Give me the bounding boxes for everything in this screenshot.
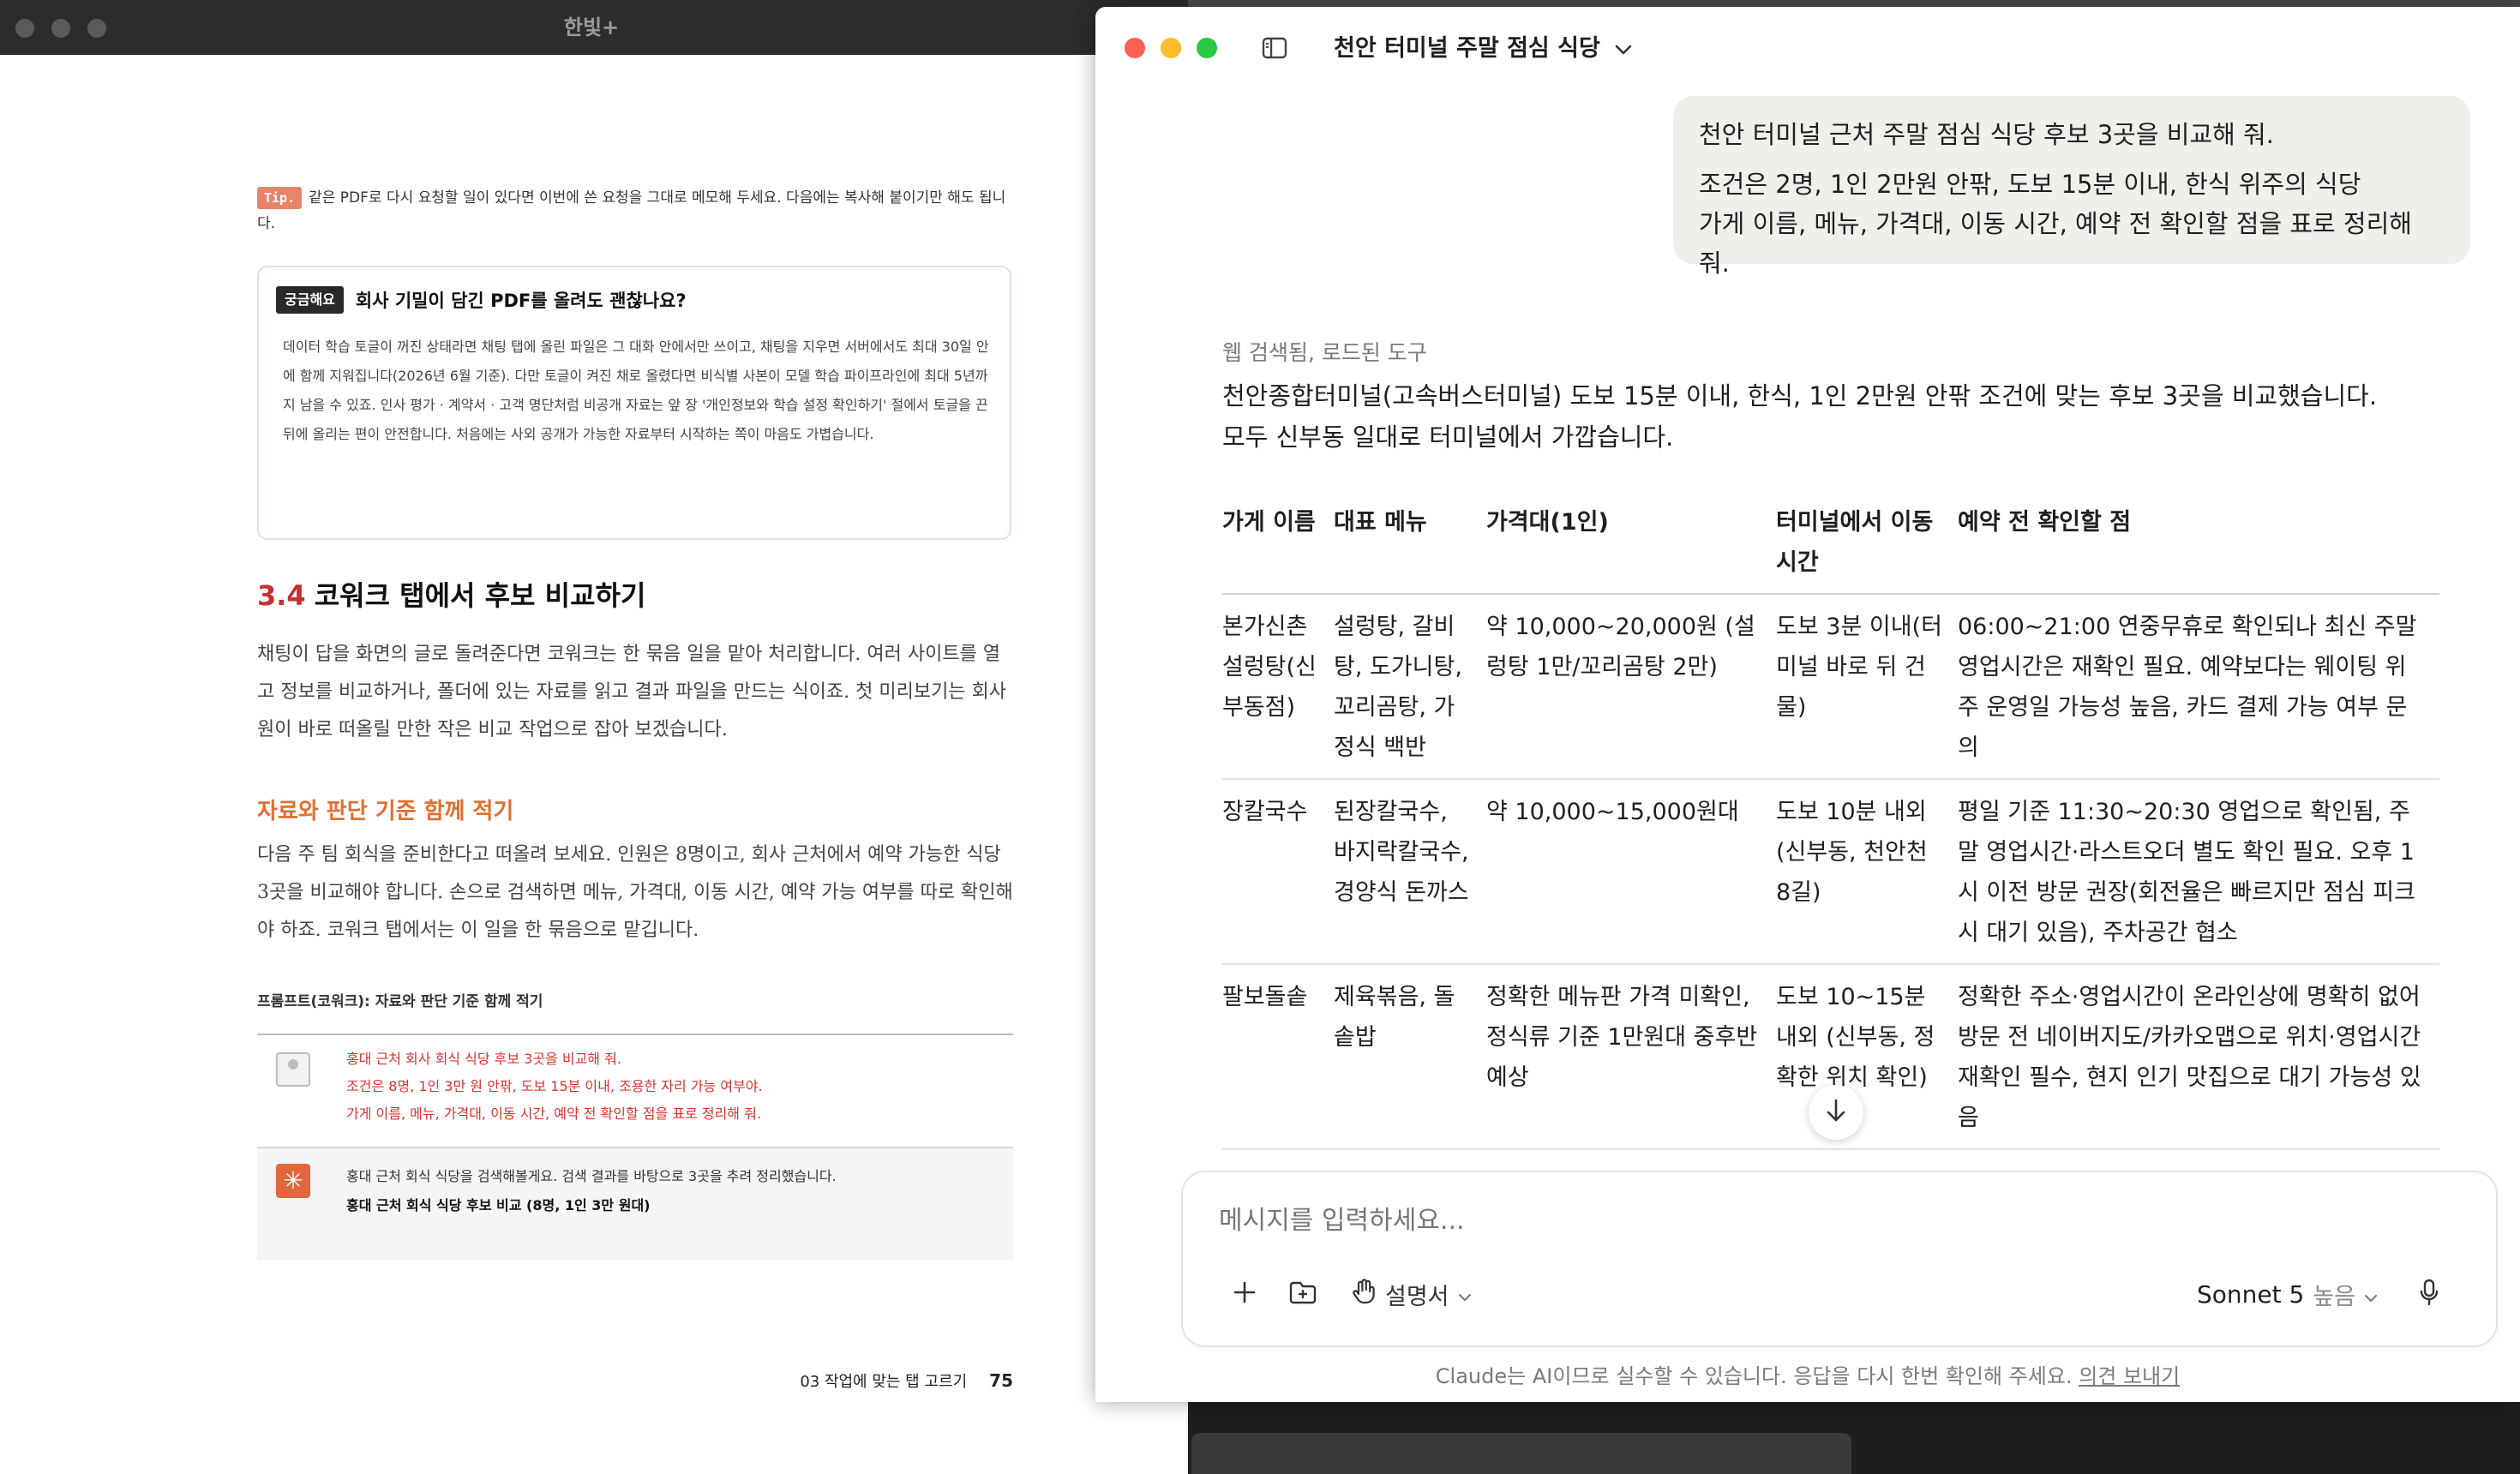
model-name: Sonnet 5	[2196, 1279, 2305, 1309]
scroll-to-bottom-button[interactable]	[1809, 1085, 1863, 1140]
faq-body: 데이터 학습 토글이 꺼진 상태라면 채팅 탭에 올린 파일은 그 대화 안에서…	[283, 339, 989, 442]
subsection-paragraph: 다음 주 팀 회식을 준비한다고 떠올려 보세요. 인원은 8명이고, 회사 근…	[257, 844, 1013, 941]
reader-zoom-button[interactable]	[87, 19, 106, 38]
reader-window-controls	[15, 19, 106, 38]
window-controls	[1125, 38, 1217, 58]
user-message-bubble: 천안 터미널 근처 주말 점심 식당 후보 3곳을 비교해 줘. 조건은 2명,…	[1673, 96, 2470, 278]
feedback-link[interactable]: 의견 보내기	[2079, 1364, 2180, 1388]
response-style-selector[interactable]: 설명서	[1351, 1275, 1472, 1313]
table-cell: 06:00~21:00 연중무휴로 확인되나 최신 주말 영업시간은 재확인 필…	[1958, 594, 2439, 780]
reader-minimize-button[interactable]	[51, 19, 70, 38]
prompt-example: 홍대 근처 회사 회식 식당 후보 3곳을 비교해 줘. 조건은 8명, 1인 …	[257, 1034, 1013, 1260]
table-cell: 도보 10~15분 내외 (신부동, 정확한 위치 확인)	[1776, 964, 1958, 1150]
arrow-down-icon	[1825, 1098, 1847, 1127]
zoom-window-button[interactable]	[1197, 38, 1217, 58]
prompt-user-line: 가게 이름, 메뉴, 가격대, 이동 시간, 예약 전 확인할 점을 표로 정리…	[346, 1106, 761, 1122]
prompt-assistant-heading: 홍대 근처 회식 식당 후보 비교 (8명, 1인 3만 원대)	[346, 1197, 651, 1213]
effort-level: 높음	[2313, 1283, 2355, 1310]
assistant-logo-icon: ✳	[276, 1164, 310, 1198]
message-input[interactable]	[1217, 1205, 2421, 1237]
prompt-assistant-line: 홍대 근처 회식 식당을 검색해볼게요. 검색 결과를 바탕으로 3곳을 추려 …	[346, 1168, 837, 1184]
table-header-cell: 가격대(1인)	[1486, 494, 1776, 595]
table-header-cell: 예약 전 확인할 점	[1958, 494, 2439, 595]
prompt-assistant-turn: ✳ 홍대 근처 회식 식당을 검색해볼게요. 검색 결과를 바탕으로 3곳을 추…	[257, 1148, 1013, 1260]
minimize-window-button[interactable]	[1161, 38, 1181, 58]
reader-close-button[interactable]	[15, 19, 34, 38]
assistant-answer-intro: 천안종합터미널(고속버스터미널) 도보 15분 이내, 한식, 1인 2만원 안…	[1222, 381, 2378, 452]
section-paragraph: 채팅이 답을 화면의 글로 돌려준다면 코워크는 한 묶음 일을 맡아 처리합니…	[257, 644, 1007, 740]
user-message-line: 조건은 2명, 1인 2만원 안팎, 도보 15분 이내, 한식 위주의 식당 …	[1699, 170, 2412, 278]
reader-window-title: 한빛+	[563, 15, 620, 39]
section-number: 3.4	[257, 579, 306, 612]
disclaimer-text: Claude는 AI이므로 실수할 수 있습니다. 응답을 다시 한번 확인해 …	[1435, 1364, 2073, 1388]
table-cell: 팔보돌솥	[1222, 964, 1334, 1150]
reader-window: 한빛+ Tip. 같은 PDF로 다시 요청할 일이 있다면 이번에 쓴 요청을 …	[0, 0, 1188, 1474]
tip-note: Tip. 같은 PDF로 다시 요청할 일이 있다면 이번에 쓴 요청을 그대로 …	[257, 185, 1013, 237]
table-cell: 장칼국수	[1222, 779, 1334, 965]
hand-icon	[1351, 1278, 1377, 1311]
prompt-user-turn: 홍대 근처 회사 회식 식당 후보 3곳을 비교해 줘. 조건은 8명, 1인 …	[257, 1035, 1013, 1148]
book-page: Tip. 같은 PDF로 다시 요청할 일이 있다면 이번에 쓴 요청을 그대로 …	[257, 55, 1013, 1460]
message-composer: 설명서 Sonnet 5 높음	[1181, 1171, 2498, 1347]
chevron-down-icon	[1458, 1281, 1472, 1308]
add-attachment-button[interactable]	[1226, 1275, 1263, 1313]
faq-badge: 궁금해요	[276, 286, 344, 314]
add-folder-button[interactable]	[1284, 1275, 1322, 1313]
sidebar-toggle-icon[interactable]	[1262, 36, 1287, 60]
table-header-cell: 대표 메뉴	[1334, 494, 1486, 595]
chevron-down-icon	[1614, 29, 1633, 69]
table-cell: 도보 3분 이내(터미널 바로 뒤 건물)	[1776, 594, 1958, 780]
table-cell: 약 10,000~15,000원대	[1486, 779, 1776, 965]
voice-input-button[interactable]	[2410, 1275, 2448, 1313]
conversation-title: 천안 터미널 주말 점심 식당	[1334, 35, 1600, 62]
prompt-caption: 프롬프트(코워크): 자료와 판단 기준 함께 적기	[257, 993, 543, 1010]
table-cell: 설렁탕, 갈비탕, 도가니탕, 꼬리곰탕, 가정식 백반	[1334, 594, 1486, 780]
conversation-title-menu[interactable]: 천안 터미널 주말 점심 식당	[1334, 29, 1633, 69]
tools-used-label[interactable]: 웹 검색됨, 로드된 도구	[1222, 336, 1427, 367]
faq-box: 궁금해요 회사 기밀이 담긴 PDF를 올려도 괜찮나요? 데이터 학습 토글이…	[257, 266, 1011, 540]
table-cell: 정확한 주소·영업시간이 온라인상에 명확히 없어 방문 전 네이버지도/카카오…	[1958, 964, 2439, 1150]
table-cell: 약 10,000~20,000원 (설렁탕 1만/꼬리곰탕 2만)	[1486, 594, 1776, 780]
table-cell: 정확한 메뉴판 가격 미확인, 정식류 기준 1만원대 중후반 예상	[1486, 964, 1776, 1150]
user-avatar-icon	[276, 1052, 310, 1087]
prompt-user-line: 조건은 8명, 1인 3만 원 안팎, 도보 15분 이내, 조용한 자리 가능…	[346, 1078, 763, 1094]
user-message-line: 천안 터미널 근처 주말 점심 식당 후보 3곳을 비교해 줘.	[1699, 120, 2274, 149]
response-style-label: 설명서	[1385, 1283, 1449, 1310]
tip-text: 같은 PDF로 다시 요청할 일이 있다면 이번에 쓴 요청을 그대로 메모해 …	[257, 189, 1006, 232]
table-row: 장칼국수 된장칼국수, 바지락칼국수, 경양식 돈까스 약 10,000~15,…	[1222, 779, 2439, 965]
reader-titlebar: 한빛+	[0, 0, 1188, 55]
table-cell: 제육볶음, 돌솥밥	[1334, 964, 1486, 1150]
table-cell: 된장칼국수, 바지락칼국수, 경양식 돈까스	[1334, 779, 1486, 965]
faq-title: 회사 기밀이 담긴 PDF를 올려도 괜찮나요?	[355, 291, 687, 311]
table-cell: 본가신촌설렁탕(신부동점)	[1222, 594, 1334, 780]
table-header-cell: 가게 이름	[1222, 494, 1334, 595]
plus-icon	[1233, 1280, 1257, 1308]
page-footer: 03 작업에 맞는 탭 고르기 75	[800, 1369, 1013, 1392]
disclaimer: Claude는 AI이므로 실수할 수 있습니다. 응답을 다시 한번 확인해 …	[1095, 1359, 2520, 1389]
background-window-edge	[1191, 1433, 1851, 1474]
tip-badge: Tip.	[257, 187, 303, 209]
table-header-cell: 터미널에서 이동 시간	[1776, 494, 1958, 595]
comparison-table: 가게 이름 대표 메뉴 가격대(1인) 터미널에서 이동 시간 예약 전 확인할…	[1222, 494, 2439, 1150]
composer-toolbar: 설명서 Sonnet 5 높음	[1183, 1268, 2496, 1320]
table-row: 본가신촌설렁탕(신부동점) 설렁탕, 갈비탕, 도가니탕, 꼬리곰탕, 가정식 …	[1222, 594, 2439, 780]
chat-window: 천안 터미널 주말 점심 식당 천안 터미널 근처 주말 점심 식당 후보 3곳…	[1095, 7, 2520, 1402]
table-cell: 도보 10분 내외(신부동, 천안천 8길)	[1776, 779, 1958, 965]
chevron-down-icon	[2364, 1280, 2378, 1309]
table-cell: 평일 기준 11:30~20:30 영업으로 확인됨, 주말 영업시간·라스트오…	[1958, 779, 2439, 965]
section-heading: 3.4 코워크 탭에서 후보 비교하기	[257, 574, 645, 614]
table-header-row: 가게 이름 대표 메뉴 가격대(1인) 터미널에서 이동 시간 예약 전 확인할…	[1222, 494, 2439, 595]
model-selector[interactable]: Sonnet 5 높음	[2197, 1275, 2378, 1313]
microphone-icon	[2419, 1279, 2439, 1309]
chat-titlebar: 천안 터미널 주말 점심 식당	[1095, 7, 2520, 89]
folder-plus-icon	[1288, 1279, 1317, 1309]
subsection-title: 자료와 판단 기준 함께 적기	[257, 799, 514, 824]
section-title: 코워크 탭에서 후보 비교하기	[314, 579, 646, 612]
close-window-button[interactable]	[1125, 38, 1145, 58]
page-number: 75	[989, 1370, 1013, 1391]
footer-chapter: 03 작업에 맞는 탭 고르기	[800, 1373, 968, 1391]
prompt-user-line: 홍대 근처 회사 회식 식당 후보 3곳을 비교해 줘.	[346, 1051, 621, 1067]
